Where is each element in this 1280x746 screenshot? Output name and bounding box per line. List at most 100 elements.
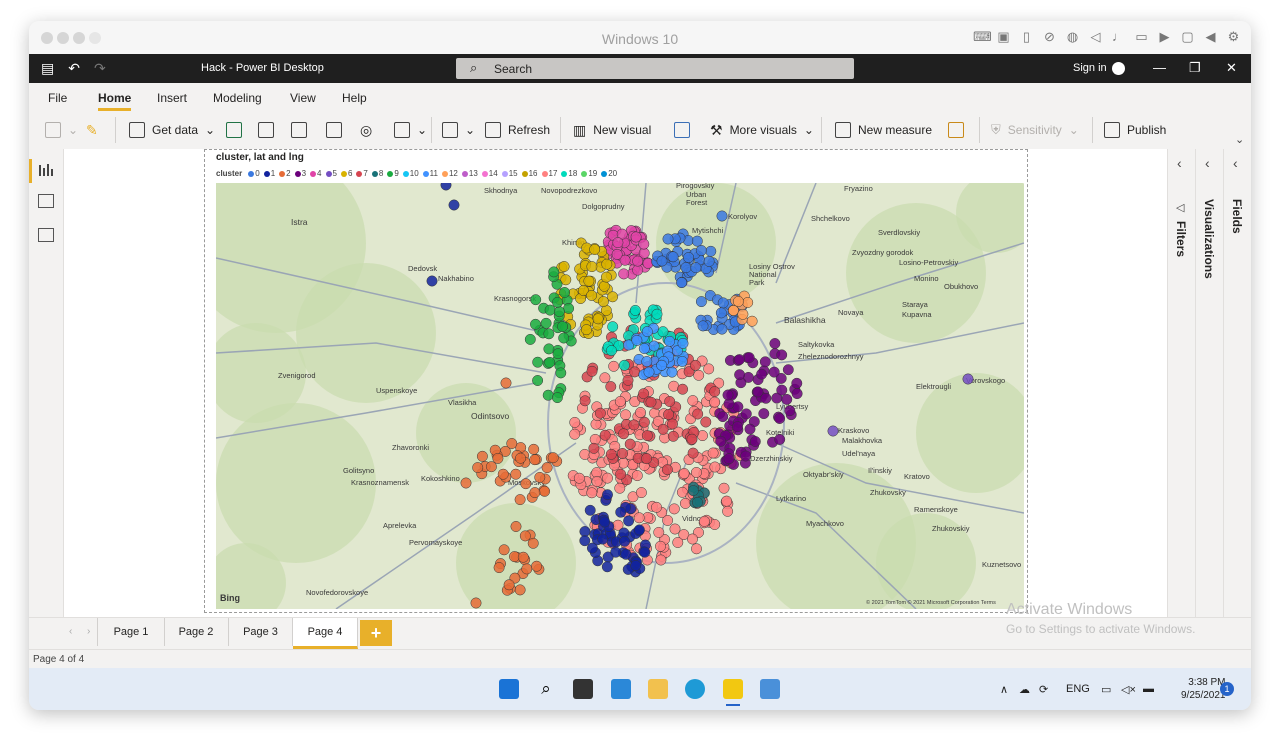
- legend-item-16[interactable]: 16: [521, 169, 538, 178]
- speaker-icon[interactable]: ◁: [1088, 29, 1103, 44]
- chevron-left-icon[interactable]: ‹: [1233, 155, 1238, 171]
- transform-data-button[interactable]: ⌄: [442, 120, 475, 140]
- chevron-left-icon[interactable]: ‹: [1205, 155, 1210, 171]
- chevron-up-icon[interactable]: ∧: [1000, 683, 1008, 696]
- legend-item-14[interactable]: 14: [481, 169, 498, 178]
- battery-icon[interactable]: ▬: [1143, 683, 1154, 695]
- usb-icon[interactable]: ▯: [1019, 29, 1034, 44]
- tab-scroll-right-icon[interactable]: ›: [87, 626, 90, 637]
- video-icon[interactable]: ▶: [1157, 29, 1172, 44]
- legend-item-15[interactable]: 15: [501, 169, 518, 178]
- notification-badge[interactable]: 1: [1220, 682, 1234, 696]
- text-box-button[interactable]: [674, 120, 690, 140]
- refresh-button[interactable]: Refresh: [485, 120, 550, 140]
- get-data-button[interactable]: Get data ⌄: [129, 120, 215, 140]
- task-view-icon[interactable]: [573, 679, 593, 699]
- new-measure-button[interactable]: New measure: [835, 120, 932, 140]
- volume-icon[interactable]: ◁×: [1121, 683, 1136, 696]
- play-back-icon[interactable]: ◀: [1203, 29, 1218, 44]
- file-explorer-icon[interactable]: [648, 679, 668, 699]
- sync-icon[interactable]: ⟳: [1039, 683, 1048, 696]
- app-icon[interactable]: [760, 679, 780, 699]
- network-icon[interactable]: ▭: [1101, 683, 1111, 696]
- model-view-icon[interactable]: [38, 228, 54, 242]
- search-taskbar-icon[interactable]: ⌕: [536, 679, 556, 699]
- bing-map[interactable]: Skhodnya Novopodrezkovo Dolgoprudny Pirogov…: [216, 183, 1024, 609]
- chevron-left-icon[interactable]: ‹: [1177, 155, 1182, 171]
- menu-modeling[interactable]: Modeling: [213, 91, 262, 105]
- legend-item-3[interactable]: 3: [294, 169, 306, 178]
- legend-item-19[interactable]: 19: [581, 169, 597, 178]
- menu-insert[interactable]: Insert: [157, 91, 187, 105]
- legend-item-10[interactable]: 10: [402, 169, 419, 178]
- menu-file[interactable]: File: [48, 91, 67, 105]
- start-icon[interactable]: [499, 679, 519, 699]
- legend-item-12[interactable]: 12: [441, 169, 458, 178]
- redo-icon[interactable]: ↷: [94, 60, 106, 77]
- restore-button[interactable]: ❐: [1189, 60, 1201, 76]
- tab-page-2[interactable]: Page 2: [164, 618, 229, 646]
- collapse-ribbon-icon[interactable]: ⌄: [1235, 133, 1244, 146]
- enter-data-button[interactable]: [326, 120, 342, 140]
- fields-pane[interactable]: ‹ Fields: [1223, 149, 1251, 617]
- legend-item-6[interactable]: 6: [340, 169, 352, 178]
- legend-item-2[interactable]: 2: [279, 169, 291, 178]
- legend-item-9[interactable]: 9: [387, 169, 399, 178]
- sensitivity-button[interactable]: ⛨ Sensitivity ⌄: [991, 120, 1079, 140]
- legend-item-17[interactable]: 17: [541, 169, 557, 178]
- report-view-icon[interactable]: [38, 163, 54, 177]
- microphone-icon[interactable]: ♩: [1111, 29, 1126, 44]
- close-button[interactable]: ✕: [1226, 60, 1237, 76]
- sign-in-link[interactable]: Sign in: [1073, 62, 1107, 74]
- clock[interactable]: 3:38 PM 9/25/2021: [1181, 676, 1226, 702]
- legend-item-1[interactable]: 1: [263, 169, 275, 178]
- map-visual[interactable]: cluster, lat and lng cluster 01234567891…: [204, 149, 1028, 613]
- language-indicator[interactable]: ENG: [1066, 683, 1090, 695]
- menu-home[interactable]: Home: [98, 91, 132, 111]
- add-page-button[interactable]: +: [360, 620, 392, 646]
- quick-measure-button[interactable]: [948, 120, 964, 140]
- search-box[interactable]: ⌕ Search: [456, 58, 854, 79]
- publish-button[interactable]: Publish: [1104, 120, 1166, 140]
- tab-scroll-left-icon[interactable]: ‹: [69, 626, 72, 637]
- data-view-icon[interactable]: [38, 194, 54, 208]
- screen-icon[interactable]: ▢: [1180, 29, 1195, 44]
- paste-button[interactable]: ⌄: [45, 120, 78, 140]
- legend-item-20[interactable]: 20: [601, 169, 617, 178]
- legend-item-7[interactable]: 7: [356, 169, 368, 178]
- gear-icon[interactable]: ⚙: [1226, 29, 1241, 44]
- visualizations-pane[interactable]: ‹ Visualizations: [1195, 149, 1223, 617]
- menu-help[interactable]: Help: [342, 91, 367, 105]
- dataverse-button[interactable]: ◎: [360, 120, 372, 140]
- excel-button[interactable]: [226, 120, 242, 140]
- more-visuals-button[interactable]: ⚒ More visuals ⌄: [710, 120, 814, 140]
- recent-sources-button[interactable]: ⌄: [394, 120, 427, 140]
- globe-icon[interactable]: ◍: [1065, 29, 1080, 44]
- legend-item-4[interactable]: 4: [310, 169, 322, 178]
- edge-icon[interactable]: [685, 679, 705, 699]
- save-icon[interactable]: ▤: [41, 60, 54, 77]
- cpu-icon[interactable]: ▣: [996, 29, 1011, 44]
- account-avatar[interactable]: [1112, 62, 1125, 75]
- tab-page-4[interactable]: Page 4: [293, 618, 358, 649]
- format-painter-button[interactable]: ✎: [86, 120, 98, 140]
- legend-item-11[interactable]: 11: [422, 169, 438, 178]
- new-visual-button[interactable]: ▥ New visual: [573, 120, 651, 140]
- keyboard-icon[interactable]: ⌨: [973, 29, 992, 44]
- menu-view[interactable]: View: [290, 91, 316, 105]
- legend-item-5[interactable]: 5: [325, 169, 337, 178]
- legend-item-18[interactable]: 18: [561, 169, 577, 178]
- filters-pane[interactable]: ‹ ◁ Filters: [1167, 149, 1195, 617]
- drive-icon[interactable]: ▭: [1134, 29, 1149, 44]
- legend-item-13[interactable]: 13: [461, 169, 478, 178]
- legend-item-0[interactable]: 0: [248, 169, 260, 178]
- power-bi-icon[interactable]: [723, 679, 743, 699]
- sql-button[interactable]: [291, 120, 307, 140]
- legend-item-8[interactable]: 8: [371, 169, 383, 178]
- cloud-icon[interactable]: ☁: [1019, 683, 1030, 696]
- tab-page-3[interactable]: Page 3: [229, 618, 293, 646]
- minimize-button[interactable]: —: [1153, 60, 1166, 75]
- camera-off-icon[interactable]: ⊘: [1042, 29, 1057, 44]
- undo-icon[interactable]: ↶: [68, 60, 80, 77]
- tab-page-1[interactable]: Page 1: [97, 618, 165, 646]
